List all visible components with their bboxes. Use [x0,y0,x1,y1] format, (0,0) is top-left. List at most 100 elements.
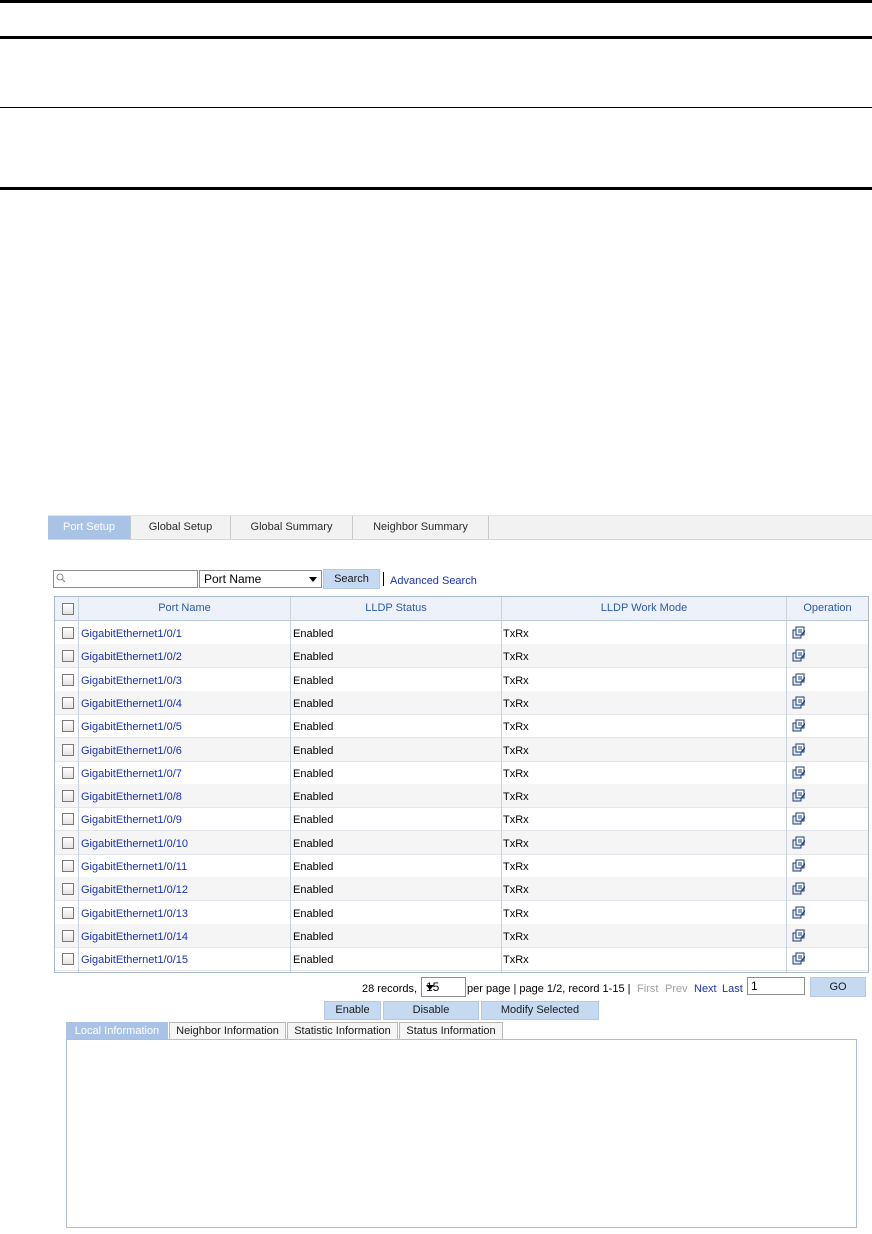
port-name-link[interactable]: GigabitEthernet1/0/8 [81,791,182,803]
edit-icon[interactable] [792,881,806,895]
port-name-link[interactable]: GigabitEthernet1/0/14 [81,931,188,943]
magnifier-icon [56,573,66,583]
port-name-link[interactable]: GigabitEthernet1/0/6 [81,745,182,757]
port-name-link[interactable]: GigabitEthernet1/0/9 [81,814,182,826]
edit-icon[interactable] [792,811,806,825]
column-divider [290,597,291,972]
search-field-select[interactable]: Port Name [199,570,322,588]
lldp-work-mode-cell: TxRx [503,930,529,943]
header-lldp-status[interactable]: LLDP Status [291,602,501,614]
records-count: 28 records, [362,983,418,995]
port-name-link[interactable]: GigabitEthernet1/0/2 [81,651,182,663]
tab-neighbor-information[interactable]: Neighbor Information [169,1022,286,1039]
tab-statistic-information[interactable]: Statistic Information [287,1022,398,1039]
header-lldp-work-mode[interactable]: LLDP Work Mode [502,602,786,614]
port-name-link[interactable]: GigabitEthernet1/0/12 [81,884,188,896]
first-page-link[interactable]: First [637,983,658,995]
search-button[interactable]: Search [323,569,380,589]
prev-page-link[interactable]: Prev [665,983,688,995]
port-name-link[interactable]: GigabitEthernet1/0/3 [81,675,182,687]
main-tab-bar: Port Setup Global Setup Global Summary N… [48,515,872,540]
lldp-work-mode-cell: TxRx [503,697,529,710]
port-name-link[interactable]: GigabitEthernet1/0/13 [81,908,188,920]
lldp-status-cell: Enabled [293,861,334,873]
enable-button[interactable]: Enable [324,1001,381,1020]
last-page-link[interactable]: Last [722,983,743,995]
edit-icon[interactable] [792,765,806,779]
lldp-status-cell: Enabled [293,744,334,757]
row-checkbox[interactable] [62,836,74,849]
next-page-link[interactable]: Next [694,983,717,995]
edit-icon[interactable] [792,648,806,662]
tab-global-setup[interactable]: Global Setup [131,516,231,539]
table-row: GigabitEthernet1/0/9 Enabled TxRx [55,807,868,832]
row-checkbox[interactable] [62,906,74,919]
column-divider [78,597,79,972]
row-checkbox[interactable] [62,860,74,872]
port-name-link[interactable]: GigabitEthernet1/0/15 [81,954,188,966]
advanced-search-link[interactable]: Advanced Search [390,575,477,587]
edit-icon[interactable] [792,835,806,849]
edit-icon[interactable] [792,695,806,709]
tab-local-information[interactable]: Local Information [66,1022,168,1039]
edit-icon[interactable] [792,858,806,872]
lldp-status-cell: Enabled [293,767,334,780]
row-checkbox[interactable] [62,673,74,686]
row-checkbox[interactable] [62,929,74,942]
search-input[interactable] [68,571,194,585]
lldp-work-mode-cell: TxRx [503,744,529,757]
lldp-status-cell: Enabled [293,697,334,710]
edit-icon[interactable] [792,625,806,639]
table-row: GigabitEthernet1/0/6 Enabled TxRx [55,737,868,762]
row-checkbox[interactable] [62,627,74,639]
edit-icon[interactable] [792,718,806,732]
port-name-link[interactable]: GigabitEthernet1/0/11 [81,861,187,873]
row-checkbox[interactable] [62,743,74,756]
page-number-input[interactable] [747,977,805,995]
top-rule [0,0,872,3]
row-checkbox[interactable] [62,813,74,826]
table-row: GigabitEthernet1/0/12 Enabled TxRx [55,877,868,902]
tab-neighbor-summary[interactable]: Neighbor Summary [353,516,489,539]
edit-icon[interactable] [792,928,806,942]
lldp-work-mode-cell: TxRx [503,791,529,804]
per-page-select[interactable]: 15 [421,977,466,997]
lldp-work-mode-cell: TxRx [503,674,529,687]
port-name-link[interactable]: GigabitEthernet1/0/7 [81,768,182,780]
modify-selected-button[interactable]: Modify Selected [481,1001,599,1020]
row-checkbox[interactable] [62,650,74,663]
table-row: GigabitEthernet1/0/15 Enabled TxRx [55,947,868,972]
port-name-link[interactable]: GigabitEthernet1/0/10 [81,838,188,850]
header-port-name[interactable]: Port Name [79,602,290,614]
port-name-link[interactable]: GigabitEthernet1/0/4 [81,698,182,710]
edit-icon[interactable] [792,951,806,965]
edit-icon[interactable] [792,788,806,802]
select-all-checkbox[interactable] [62,603,74,615]
row-checkbox[interactable] [62,720,74,733]
row-checkbox[interactable] [62,790,74,803]
rule-2 [0,36,872,39]
table-row: GigabitEthernet1/0/5 Enabled TxRx [55,714,868,739]
go-button[interactable]: GO [810,977,866,997]
disable-button[interactable]: Disable [383,1001,479,1020]
tab-global-summary[interactable]: Global Summary [231,516,353,539]
row-checkbox[interactable] [62,696,74,709]
row-checkbox[interactable] [62,883,74,896]
lldp-work-mode-cell: TxRx [503,861,529,873]
table-row: GigabitEthernet1/0/4 Enabled TxRx [55,690,868,715]
lldp-work-mode-cell: TxRx [503,721,529,734]
tab-status-information[interactable]: Status Information [399,1022,503,1039]
tab-port-setup[interactable]: Port Setup [48,516,131,539]
row-checkbox[interactable] [62,766,74,779]
row-checkbox[interactable] [62,953,74,966]
lldp-work-mode-cell: TxRx [503,628,529,640]
edit-icon[interactable] [792,742,806,756]
edit-icon[interactable] [792,672,806,686]
lldp-status-cell: Enabled [293,814,334,827]
lldp-work-mode-cell: TxRx [503,907,529,920]
edit-icon[interactable] [792,905,806,919]
port-name-link[interactable]: GigabitEthernet1/0/5 [81,721,182,733]
lldp-status-cell: Enabled [293,721,334,734]
port-name-link[interactable]: GigabitEthernet1/0/1 [81,628,182,640]
lldp-work-mode-cell: TxRx [503,651,529,664]
